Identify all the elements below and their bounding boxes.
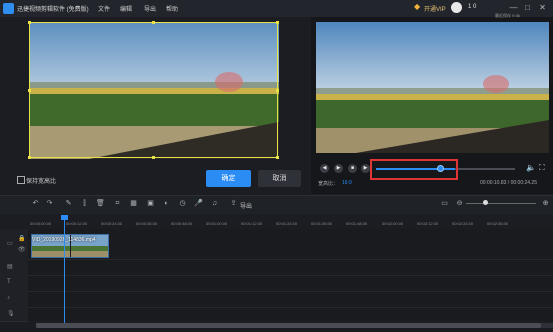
ruler-tick-label: 00:00:00.00	[30, 221, 52, 226]
pip-track-icon: ▤	[7, 264, 13, 270]
crop-handle[interactable]	[276, 21, 279, 24]
voice-track-icon: 🎙	[7, 311, 15, 317]
close-icon[interactable]: ✕	[537, 2, 548, 13]
aspect-ratio-label: 宽高比：	[318, 181, 339, 187]
menu-help[interactable]: 帮助	[166, 4, 178, 13]
playhead[interactable]	[64, 219, 65, 327]
text-track-header: T	[0, 275, 28, 292]
maximize-icon[interactable]: □	[522, 2, 533, 13]
menu-file[interactable]: 文件	[98, 4, 110, 13]
ruler-tick-label: 00:02:00.00	[382, 221, 404, 226]
aspect-ratio-select[interactable]: 16:9	[342, 180, 352, 186]
crop-handle[interactable]	[152, 21, 155, 24]
crop-handle[interactable]	[276, 89, 279, 92]
crop-frame[interactable]	[29, 22, 278, 158]
zoom-slider[interactable]	[466, 203, 536, 204]
cancel-button[interactable]: 取消	[258, 170, 301, 187]
step-forward-icon[interactable]: ▶	[361, 164, 370, 173]
keep-ratio-checkbox[interactable]	[17, 176, 25, 184]
crop-icon[interactable]: ⌗	[113, 199, 122, 208]
last-saved-label: 最近保存 9:36	[495, 13, 520, 18]
speed-icon[interactable]: ◷	[178, 199, 187, 208]
play-icon[interactable]: ▶	[334, 164, 343, 173]
ruler-tick-label: 00:01:24.00	[276, 221, 298, 226]
fit-icon[interactable]: ▭	[440, 199, 449, 208]
ruler-tick-label: 00:02:12.00	[417, 221, 439, 226]
step-back-icon[interactable]: ◀	[320, 164, 329, 173]
menu-export[interactable]: 导出	[144, 4, 156, 13]
split-icon[interactable]: ⫿	[80, 199, 89, 208]
crop-handle[interactable]	[28, 89, 31, 92]
ruler-tick-label: 00:00:48.00	[171, 221, 193, 226]
ruler-tick-label: 00:00:36.00	[136, 221, 158, 226]
music-icon[interactable]: ♫	[210, 199, 219, 208]
timecode: 00:00:10.83 / 00:00:24.25	[480, 180, 537, 186]
avatar[interactable]	[451, 2, 462, 13]
minimize-icon[interactable]: —	[508, 2, 519, 13]
crop-handle[interactable]	[276, 156, 279, 159]
fullscreen-icon[interactable]: ⛶	[539, 163, 545, 173]
mosaic-icon[interactable]: ▦	[129, 199, 138, 208]
music-track-icon: ♪	[7, 295, 10, 301]
volume-icon[interactable]: 🔈	[526, 163, 536, 172]
app-logo-icon	[3, 3, 14, 14]
edit-icon[interactable]: ✎	[64, 199, 73, 208]
ruler-tick-label: 00:01:12.00	[241, 221, 263, 226]
vip-diamond-icon[interactable]: ◆	[414, 3, 422, 11]
eye-icon[interactable]: 👁	[18, 246, 26, 253]
vip-button[interactable]: 开通VIP	[424, 4, 446, 13]
track-divider	[28, 291, 553, 292]
ruler-tick-label: 00:02:36.00	[487, 221, 509, 226]
redo-icon[interactable]: ↷	[45, 199, 54, 208]
scrollbar-thumb[interactable]	[36, 323, 541, 328]
preview-video-frame	[316, 22, 549, 153]
text-track-icon: T	[7, 279, 11, 285]
ruler-tick-label: 00:02:24.00	[452, 221, 474, 226]
lock-icon[interactable]: 🔒	[18, 235, 25, 242]
crop-handle[interactable]	[28, 156, 31, 159]
menu-edit[interactable]: 编辑	[120, 4, 132, 13]
track-divider	[28, 259, 553, 260]
zoom-in-icon[interactable]: ⊕	[541, 199, 550, 208]
ruler-tick-label: 00:01:00.00	[206, 221, 228, 226]
voice-track-header: 🎙	[0, 307, 28, 322]
crop-handle[interactable]	[152, 156, 155, 159]
crop-handle[interactable]	[28, 21, 31, 24]
seek-bar[interactable]	[455, 168, 515, 170]
video-track-icon: ▭	[7, 241, 13, 247]
user-name: 1 0	[468, 4, 477, 10]
stop-icon[interactable]: ■	[348, 164, 357, 173]
export-icon[interactable]: ⇪	[229, 199, 238, 208]
undo-icon[interactable]: ↶	[31, 199, 40, 208]
freeze-icon[interactable]: ▣	[146, 199, 155, 208]
ruler-tick-label: 00:00:12.00	[66, 221, 88, 226]
ruler-tick-label: 00:01:48.00	[346, 221, 368, 226]
mic-icon[interactable]: 🎤	[194, 199, 203, 208]
video-track-header: ▭ 🔒 👁	[0, 229, 28, 260]
pip-track-header: ▤	[0, 259, 28, 276]
ruler-tick-label: 00:00:24.00	[101, 221, 123, 226]
app-title: 迅捷视频剪辑软件 (免费版)	[17, 7, 89, 13]
music-track-header: ♪	[0, 291, 28, 308]
zoom-out-icon[interactable]: ⊖	[455, 199, 464, 208]
track-divider	[28, 275, 553, 276]
ruler-tick-label: 00:01:36.00	[311, 221, 333, 226]
keep-ratio-label: 保持宽高比	[26, 179, 57, 185]
export-button[interactable]: 导出	[240, 201, 252, 210]
zoom-knob[interactable]	[483, 200, 488, 205]
color-icon[interactable]: ◐	[162, 199, 171, 208]
confirm-button[interactable]: 确定	[206, 170, 251, 187]
track-divider	[28, 307, 553, 308]
delete-icon[interactable]: 🗑	[96, 199, 105, 208]
highlight-box	[370, 159, 458, 180]
